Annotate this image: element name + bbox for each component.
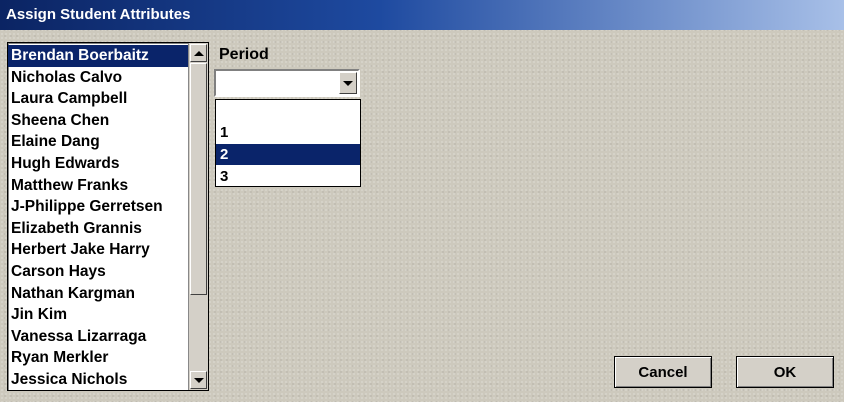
list-item[interactable]: Jin Kim <box>8 304 188 326</box>
list-item[interactable]: Brendan Boerbaitz <box>8 45 188 67</box>
dialog-window: Assign Student Attributes Brendan Boerba… <box>0 0 844 402</box>
list-item[interactable]: Nicholas Calvo <box>8 67 188 89</box>
list-scrollbar[interactable] <box>188 43 208 390</box>
list-item[interactable]: Elizabeth Grannis <box>8 218 188 240</box>
scroll-thumb[interactable] <box>190 63 207 295</box>
student-list: Brendan Boerbaitz Nicholas Calvo Laura C… <box>8 45 188 391</box>
list-item[interactable]: Matthew Franks <box>8 175 188 197</box>
triangle-down-icon <box>343 80 353 86</box>
title-bar: Assign Student Attributes <box>0 0 844 30</box>
period-option-2[interactable]: 2 <box>216 144 360 165</box>
period-label: Period <box>219 46 269 63</box>
list-item[interactable]: Jessica Nichols <box>8 369 188 391</box>
list-item[interactable]: Elaine Dang <box>8 131 188 153</box>
list-item[interactable]: Laura Campbell <box>8 88 188 110</box>
triangle-up-icon <box>193 50 204 56</box>
period-option-1[interactable]: 1 <box>216 122 360 143</box>
scroll-down-button[interactable] <box>190 371 207 389</box>
triangle-down-icon <box>193 377 204 383</box>
list-item[interactable]: Herbert Jake Harry <box>8 239 188 261</box>
cancel-button[interactable]: Cancel <box>614 356 712 388</box>
period-dropdown-list[interactable]: 1 2 3 <box>215 99 361 187</box>
student-listbox[interactable]: Brendan Boerbaitz Nicholas Calvo Laura C… <box>7 42 209 391</box>
list-item[interactable]: Sheena Chen <box>8 110 188 132</box>
list-item[interactable]: Carson Hays <box>8 261 188 283</box>
list-item[interactable]: Hugh Edwards <box>8 153 188 175</box>
scroll-up-button[interactable] <box>190 44 207 62</box>
list-item[interactable]: J-Philippe Gerretsen <box>8 196 188 218</box>
window-title: Assign Student Attributes <box>6 6 191 23</box>
ok-button[interactable]: OK <box>736 356 834 388</box>
period-dropdown-button[interactable] <box>339 72 357 94</box>
list-item[interactable]: Ryan Merkler <box>8 347 188 369</box>
period-option-3[interactable]: 3 <box>216 166 360 187</box>
list-item[interactable]: Nathan Kargman <box>8 283 188 305</box>
period-combobox[interactable] <box>214 69 360 97</box>
list-item[interactable]: Vanessa Lizarraga <box>8 326 188 348</box>
period-option-blank[interactable] <box>216 100 360 121</box>
